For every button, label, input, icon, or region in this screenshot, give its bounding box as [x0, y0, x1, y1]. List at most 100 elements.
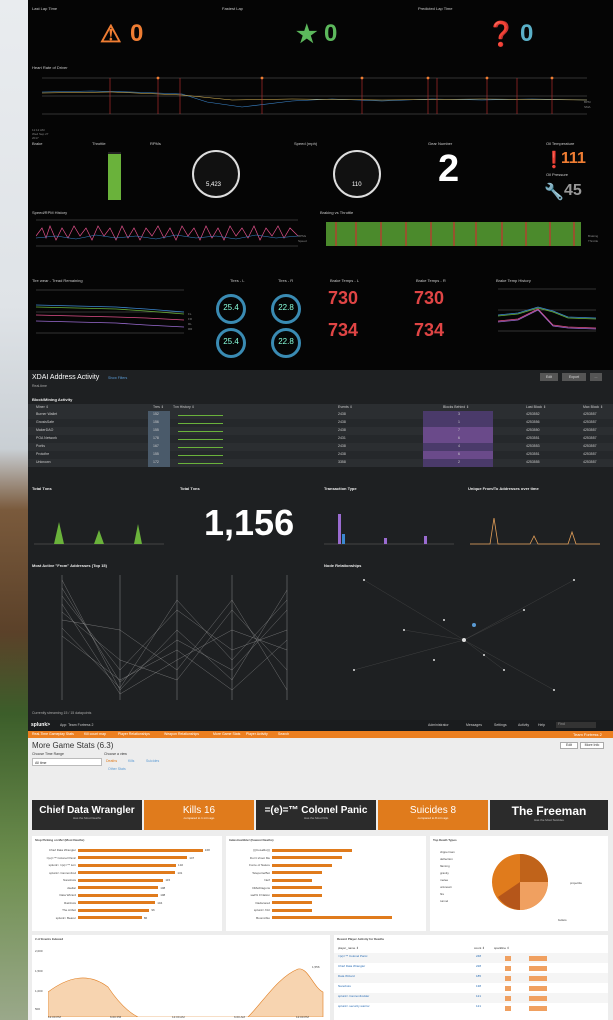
bar-label: TeleporterBot [252, 870, 270, 875]
bar-value: 168 [204, 848, 210, 852]
time-range-select[interactable]: All time [32, 758, 102, 766]
bar-label: dsellar [67, 885, 76, 890]
oil-pressure-value: 45 [564, 182, 582, 199]
table-cell: 4253552 [526, 412, 540, 416]
bar-label: Nanobots [63, 878, 76, 882]
nav-messages[interactable]: Messages [466, 723, 482, 727]
tab-player-activity[interactable]: Player Activity [246, 732, 268, 736]
table-cell[interactable]: Burner Wallet [36, 412, 57, 419]
sparkline [499, 966, 559, 971]
tab-player-relationships[interactable]: Player Relationships [118, 732, 150, 736]
xdai-dashboard: XDAI Address Activity Show Filters Real-… [28, 370, 613, 720]
legend-throttle: Throttle [588, 239, 599, 243]
table-header: Miner ⇕ Tres ⇕ Txn History ⇕ Events ⇕ Bl… [28, 404, 613, 411]
table-row [334, 1003, 608, 1013]
player-link[interactable]: Chief Data Wrangler [338, 964, 365, 968]
player-link[interactable]: Nanobots [338, 984, 351, 988]
table-cell[interactable]: MakerDAO [36, 428, 53, 435]
more-button[interactable]: ... [590, 373, 602, 381]
tires-l-title: Tires - L [230, 278, 245, 283]
view-kills[interactable]: Kills [128, 759, 134, 763]
brake-rl-value: 734 [328, 320, 359, 340]
tres-cell-bg [148, 443, 170, 451]
most-deaths-chart: Chief Data Wrangler 168 =(e)=™ Colonel Pan… [32, 836, 222, 931]
sparkline [499, 996, 559, 1001]
txn-sparkline [178, 421, 223, 424]
bar-label: sad% 0 Nation [250, 893, 270, 897]
table-cell[interactable]: Unknown [36, 460, 51, 467]
tab-kill-map[interactable]: Kill count map [84, 732, 106, 736]
edit-button[interactable]: Edit [540, 373, 558, 381]
player-link[interactable]: =(e)=™ Colonel Panic [338, 954, 368, 958]
legend-rpms: RPMs [298, 234, 307, 238]
find-input[interactable]: Find [556, 722, 596, 728]
count-cell: 121 [476, 994, 482, 998]
table-cell: 155 [153, 428, 159, 432]
edit-button-2[interactable]: Edit [560, 742, 578, 749]
brake-temps-l-title: Brake Temps - L [330, 278, 360, 283]
view-suicides[interactable]: Suicides [146, 759, 159, 763]
time-range-label: Choose Time Range [32, 752, 64, 756]
view-other[interactable]: Other Stats [108, 767, 126, 771]
table-cell[interactable]: Portis [36, 444, 45, 451]
txn-type-title: Transaction Type [324, 486, 357, 491]
table-cell: 178 [153, 436, 159, 440]
bar-value: 96 [151, 908, 155, 912]
bar-label: splunk> =(e)=™ turn [48, 863, 76, 867]
player-link[interactable]: splunk> security warrior [338, 1004, 370, 1008]
txn-sparkline [178, 445, 223, 448]
tab-more-game-stats[interactable]: More Game Stats [213, 732, 240, 736]
fewest-bar [272, 916, 392, 919]
app-menu[interactable]: App: Team Fortress 2 [60, 723, 93, 727]
table-cell: 6 [458, 436, 460, 440]
table-cell: 4253550 [526, 428, 540, 432]
death-bar [78, 901, 156, 904]
pie-label: clipperman [440, 850, 455, 854]
table-cell: 2438 [338, 420, 346, 424]
nav-settings[interactable]: Settings [494, 723, 507, 727]
more-info-button[interactable]: More Info [580, 742, 604, 749]
fewest-bar [272, 856, 342, 859]
table-cell: 4253551 [526, 452, 540, 456]
star-icon: ★ [296, 21, 318, 48]
gear-value: 2 [438, 148, 460, 190]
txn-sparkline [178, 453, 223, 456]
page-title: More Game Stats (6.3) [32, 741, 114, 750]
tires-r-title: Tires - R [278, 278, 294, 283]
txn-sparkline [178, 413, 223, 416]
player-link[interactable]: splunk> CannonFodder [338, 994, 369, 998]
fewest-bar [272, 886, 322, 889]
bar-label: splunk> Bearer [55, 915, 76, 920]
death-bar [78, 886, 159, 889]
events-indexed-panel: # of Events Indexed 2,000 1,500 1,000 50… [32, 935, 330, 1020]
nav-help[interactable]: Help [538, 723, 545, 727]
pie-label: gravity [440, 871, 449, 875]
fewest-deaths-panel: Indestructible! (Fewest Deaths) (((CoLaR… [226, 836, 426, 931]
table-cell[interactable]: Protofire [36, 452, 49, 459]
table-cell: 4253557 [583, 420, 597, 424]
table-cell[interactable]: GnosisSafe [36, 420, 54, 427]
fewest-bar [272, 848, 352, 852]
throttle-bar-fill [108, 154, 121, 200]
table-cell: 2 [458, 460, 460, 464]
txn-sparkline [178, 429, 223, 432]
tab-search[interactable]: Search [278, 732, 289, 736]
txn-sparkline [178, 437, 223, 440]
throttle-label: Throttle [92, 141, 106, 146]
table-cell: 4253557 [583, 436, 597, 440]
show-filters-link[interactable]: Show Filters [108, 376, 127, 380]
table-cell[interactable]: POA Network [36, 436, 57, 443]
export-button[interactable]: Export [562, 373, 586, 381]
bar-label: DMeDragons [252, 885, 270, 890]
player-link[interactable]: Data Wizard [338, 974, 355, 978]
tres-cell-bg [148, 451, 170, 459]
table-cell: 4253551 [526, 436, 540, 440]
view-deaths[interactable]: Deaths [106, 759, 117, 763]
nav-activity[interactable]: Activity [518, 723, 529, 727]
nav-administrator[interactable]: Administrator [428, 723, 449, 727]
last-lap-value: 0 [130, 20, 144, 47]
tab-realtime[interactable]: Real-Time Gameplay Stats [32, 732, 74, 736]
tab-weapon-relationships[interactable]: Weapon Relationships [164, 732, 199, 736]
fewest-bar [272, 871, 322, 874]
count-cell: 121 [476, 1004, 482, 1008]
